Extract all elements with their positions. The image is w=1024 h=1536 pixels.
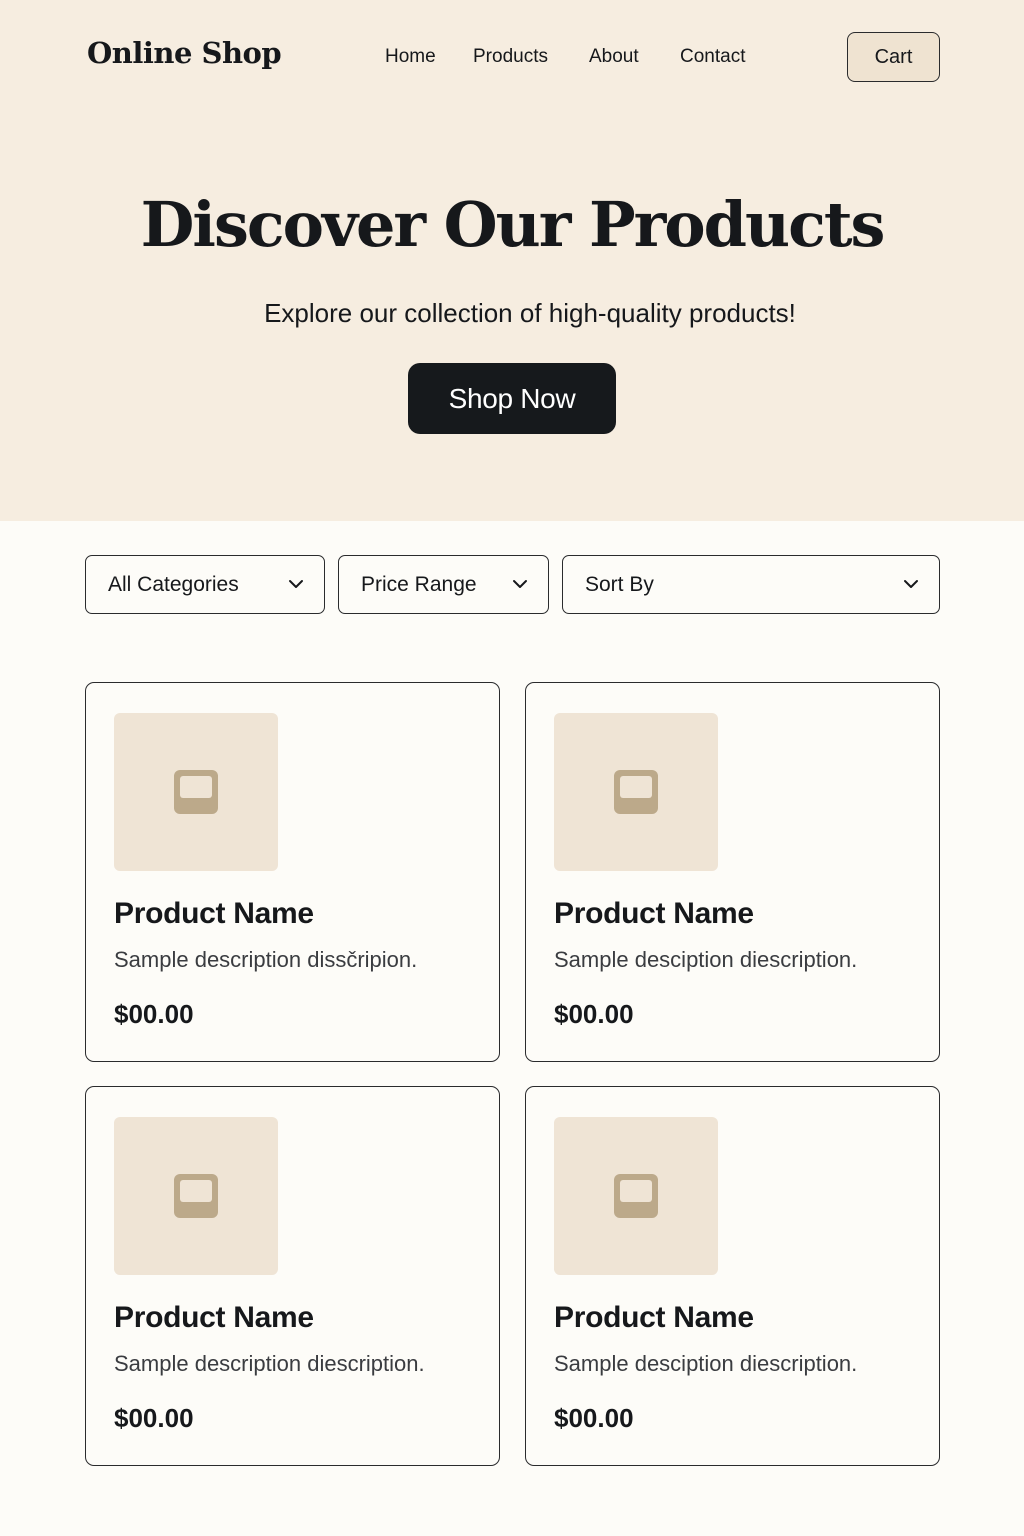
product-name: Product Name: [554, 1301, 754, 1334]
nav-link-contact[interactable]: Contact: [680, 46, 745, 68]
chevron-down-icon: [904, 580, 918, 588]
product-card[interactable]: Product Name Sample description dissčrip…: [85, 682, 500, 1062]
hero-subtitle: Explore our collection of high-quality p…: [264, 298, 796, 328]
category-select[interactable]: All Categories: [85, 555, 325, 614]
shop-now-button[interactable]: Shop Now: [408, 363, 616, 434]
product-description: Sample description dissčripion.: [114, 947, 418, 972]
hero-section: Online Shop Home Products About Contact …: [0, 0, 1024, 521]
chevron-down-icon: [513, 580, 527, 588]
nav-link-products[interactable]: Products: [473, 46, 548, 68]
hero-title: Discover Our Products: [140, 188, 886, 261]
sort-by-select[interactable]: Sort By: [562, 555, 940, 614]
chevron-down-icon: [289, 580, 303, 588]
product-description: Sample desciption diescription.: [554, 1351, 858, 1376]
product-card[interactable]: Product Name Sample desciption diescript…: [525, 682, 940, 1062]
product-name: Product Name: [114, 897, 314, 930]
category-select-label: All Categories: [108, 572, 239, 596]
product-price: $00.00: [554, 1403, 634, 1433]
image-placeholder-icon: [174, 770, 218, 814]
product-price: $00.00: [114, 1403, 194, 1433]
product-price: $00.00: [554, 999, 634, 1029]
product-price: $00.00: [114, 999, 194, 1029]
nav-link-about[interactable]: About: [589, 46, 639, 68]
product-image: [554, 1117, 718, 1275]
product-name: Product Name: [114, 1301, 314, 1334]
product-image: [114, 713, 278, 871]
product-description: Sample description diescription.: [114, 1351, 425, 1376]
product-description: Sample desciption diescription.: [554, 947, 858, 972]
product-card[interactable]: Product Name Sample desciption diescript…: [525, 1086, 940, 1466]
image-placeholder-icon: [614, 770, 658, 814]
product-image: [554, 713, 718, 871]
product-name: Product Name: [554, 897, 754, 930]
cart-button[interactable]: Cart: [847, 32, 940, 82]
sort-by-select-label: Sort By: [585, 572, 654, 596]
product-card[interactable]: Product Name Sample description diescrip…: [85, 1086, 500, 1466]
price-range-select[interactable]: Price Range: [338, 555, 549, 614]
product-image: [114, 1117, 278, 1275]
price-range-select-label: Price Range: [361, 572, 477, 596]
image-placeholder-icon: [614, 1174, 658, 1218]
nav-link-home[interactable]: Home: [385, 46, 436, 68]
image-placeholder-icon: [174, 1174, 218, 1218]
